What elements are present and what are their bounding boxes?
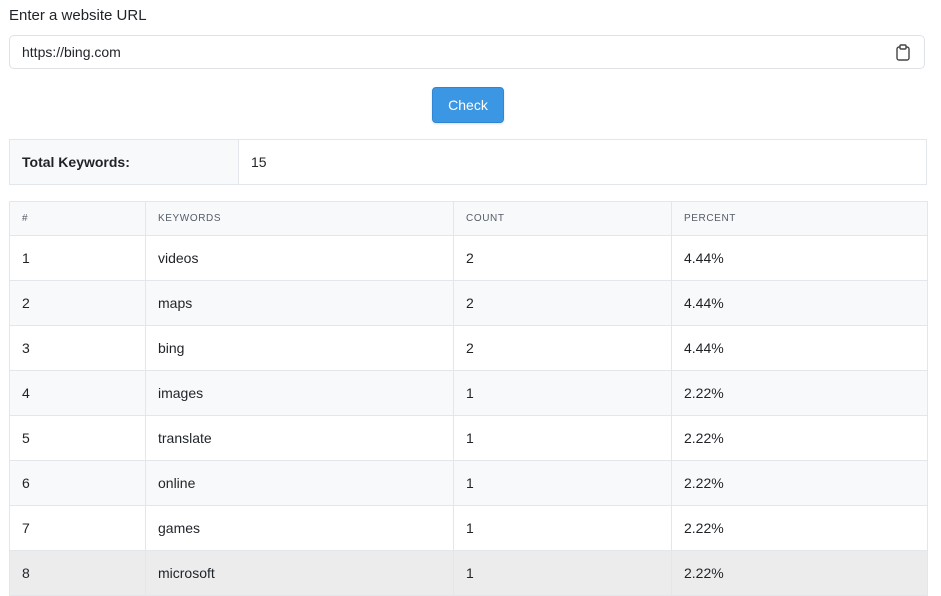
- keyword-density-checker: Enter a website URL Check Total Keywords…: [0, 0, 941, 596]
- cell-index: 8: [9, 550, 146, 596]
- cell-keyword: videos: [145, 235, 454, 281]
- cell-count: 2: [453, 325, 672, 371]
- cell-percent: 4.44%: [671, 280, 928, 326]
- cell-count: 2: [453, 235, 672, 281]
- cell-keyword: images: [145, 370, 454, 416]
- cell-percent: 2.22%: [671, 505, 928, 551]
- cell-count: 1: [453, 505, 672, 551]
- clipboard-icon[interactable]: [895, 44, 911, 61]
- cell-count: 1: [453, 370, 672, 416]
- cell-count: 1: [453, 460, 672, 506]
- cell-count: 2: [453, 280, 672, 326]
- table-row: 5 translate 1 2.22%: [9, 415, 928, 461]
- cell-keyword: games: [145, 505, 454, 551]
- cell-percent: 4.44%: [671, 325, 928, 371]
- header-count[interactable]: COUNT: [453, 201, 672, 236]
- table-row: 3 bing 2 4.44%: [9, 325, 928, 371]
- cell-percent: 2.22%: [671, 370, 928, 416]
- url-label: Enter a website URL: [9, 7, 147, 24]
- cell-keyword: microsoft: [145, 550, 454, 596]
- cell-index: 5: [9, 415, 146, 461]
- header-index[interactable]: #: [9, 201, 146, 236]
- table-header-row: # KEYWORDS COUNT PERCENT: [9, 201, 928, 236]
- cell-index: 1: [9, 235, 146, 281]
- header-keywords[interactable]: KEYWORDS: [145, 201, 454, 236]
- keywords-table: # KEYWORDS COUNT PERCENT 1 videos 2 4.44…: [9, 201, 928, 596]
- cell-percent: 2.22%: [671, 415, 928, 461]
- table-row: 8 microsoft 1 2.22%: [9, 550, 928, 596]
- table-row: 6 online 1 2.22%: [9, 460, 928, 506]
- cell-keyword: bing: [145, 325, 454, 371]
- total-keywords-label: Total Keywords:: [10, 140, 239, 184]
- table-row: 1 videos 2 4.44%: [9, 235, 928, 281]
- cell-index: 2: [9, 280, 146, 326]
- cell-index: 4: [9, 370, 146, 416]
- cell-percent: 4.44%: [671, 235, 928, 281]
- cell-index: 3: [9, 325, 146, 371]
- table-row: 7 games 1 2.22%: [9, 505, 928, 551]
- cell-keyword: maps: [145, 280, 454, 326]
- cell-keyword: online: [145, 460, 454, 506]
- cell-percent: 2.22%: [671, 550, 928, 596]
- total-keywords-value: 15: [251, 154, 267, 170]
- check-button[interactable]: Check: [432, 87, 504, 123]
- header-percent[interactable]: PERCENT: [671, 201, 928, 236]
- table-row: 2 maps 2 4.44%: [9, 280, 928, 326]
- total-keywords-box: Total Keywords: 15: [9, 139, 927, 185]
- cell-index: 7: [9, 505, 146, 551]
- table-row: 4 images 1 2.22%: [9, 370, 928, 416]
- cell-count: 1: [453, 550, 672, 596]
- cell-keyword: translate: [145, 415, 454, 461]
- url-field[interactable]: [9, 35, 925, 69]
- cell-count: 1: [453, 415, 672, 461]
- cell-percent: 2.22%: [671, 460, 928, 506]
- cell-index: 6: [9, 460, 146, 506]
- url-input[interactable]: [22, 36, 882, 68]
